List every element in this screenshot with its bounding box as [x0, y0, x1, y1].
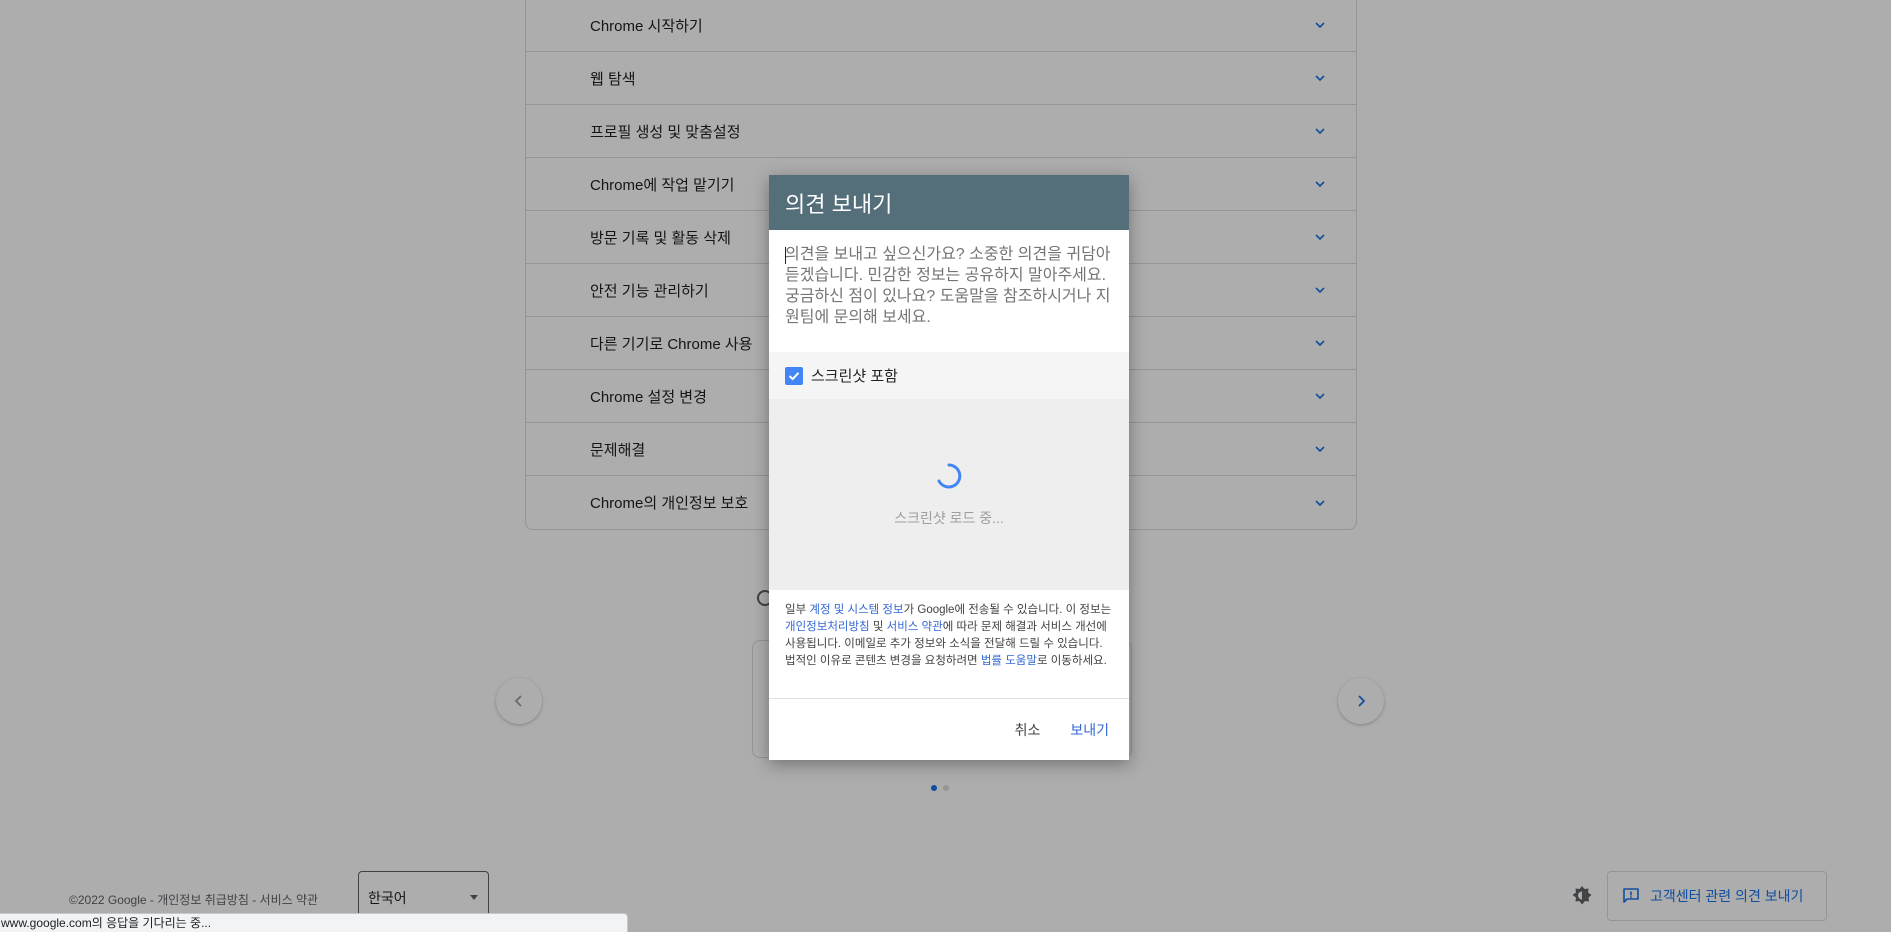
feedback-text-area-wrapper: [769, 230, 1129, 352]
screenshot-loading-text: 스크린샷 로드 중...: [894, 509, 1004, 526]
privacy-policy-link[interactable]: 개인정보처리방침: [785, 621, 870, 633]
browser-status-bar: www.google.com의 응답을 기다리는 중...: [0, 913, 628, 932]
cancel-button[interactable]: 취소: [1015, 720, 1041, 740]
legal-help-link[interactable]: 법률 도움말: [981, 655, 1037, 667]
loading-spinner-icon: [937, 463, 962, 488]
dialog-title: 의견 보내기: [769, 175, 1129, 230]
feedback-dialog: 의견 보내기 스크린샷 포함 스크린샷 로드 중... 일부 계정 및 시스템 …: [769, 175, 1129, 760]
legal-text: 및: [869, 621, 887, 633]
feedback-textarea[interactable]: [785, 244, 1113, 352]
legal-text: 로 이동하세요.: [1036, 655, 1107, 667]
send-button[interactable]: 보내기: [1070, 720, 1109, 740]
dialog-actions: 취소 보내기: [769, 698, 1129, 760]
terms-of-service-link[interactable]: 서비스 약관: [887, 621, 943, 633]
account-system-info-link[interactable]: 계정 및 시스템 정보: [809, 604, 903, 616]
screenshot-option[interactable]: 스크린샷 포함: [769, 352, 1129, 399]
check-icon: [788, 371, 800, 380]
legal-text: 가 Google에 전송될 수 있습니다. 이 정보는: [903, 604, 1112, 616]
text-caret: [785, 247, 786, 264]
legal-notice: 일부 계정 및 시스템 정보가 Google에 전송될 수 있습니다. 이 정보…: [769, 590, 1129, 698]
screenshot-checkbox-label: 스크린샷 포함: [811, 368, 898, 385]
screenshot-checkbox[interactable]: [785, 366, 803, 385]
screenshot-preview: 스크린샷 로드 중...: [769, 399, 1129, 590]
legal-text: 일부: [785, 604, 810, 616]
